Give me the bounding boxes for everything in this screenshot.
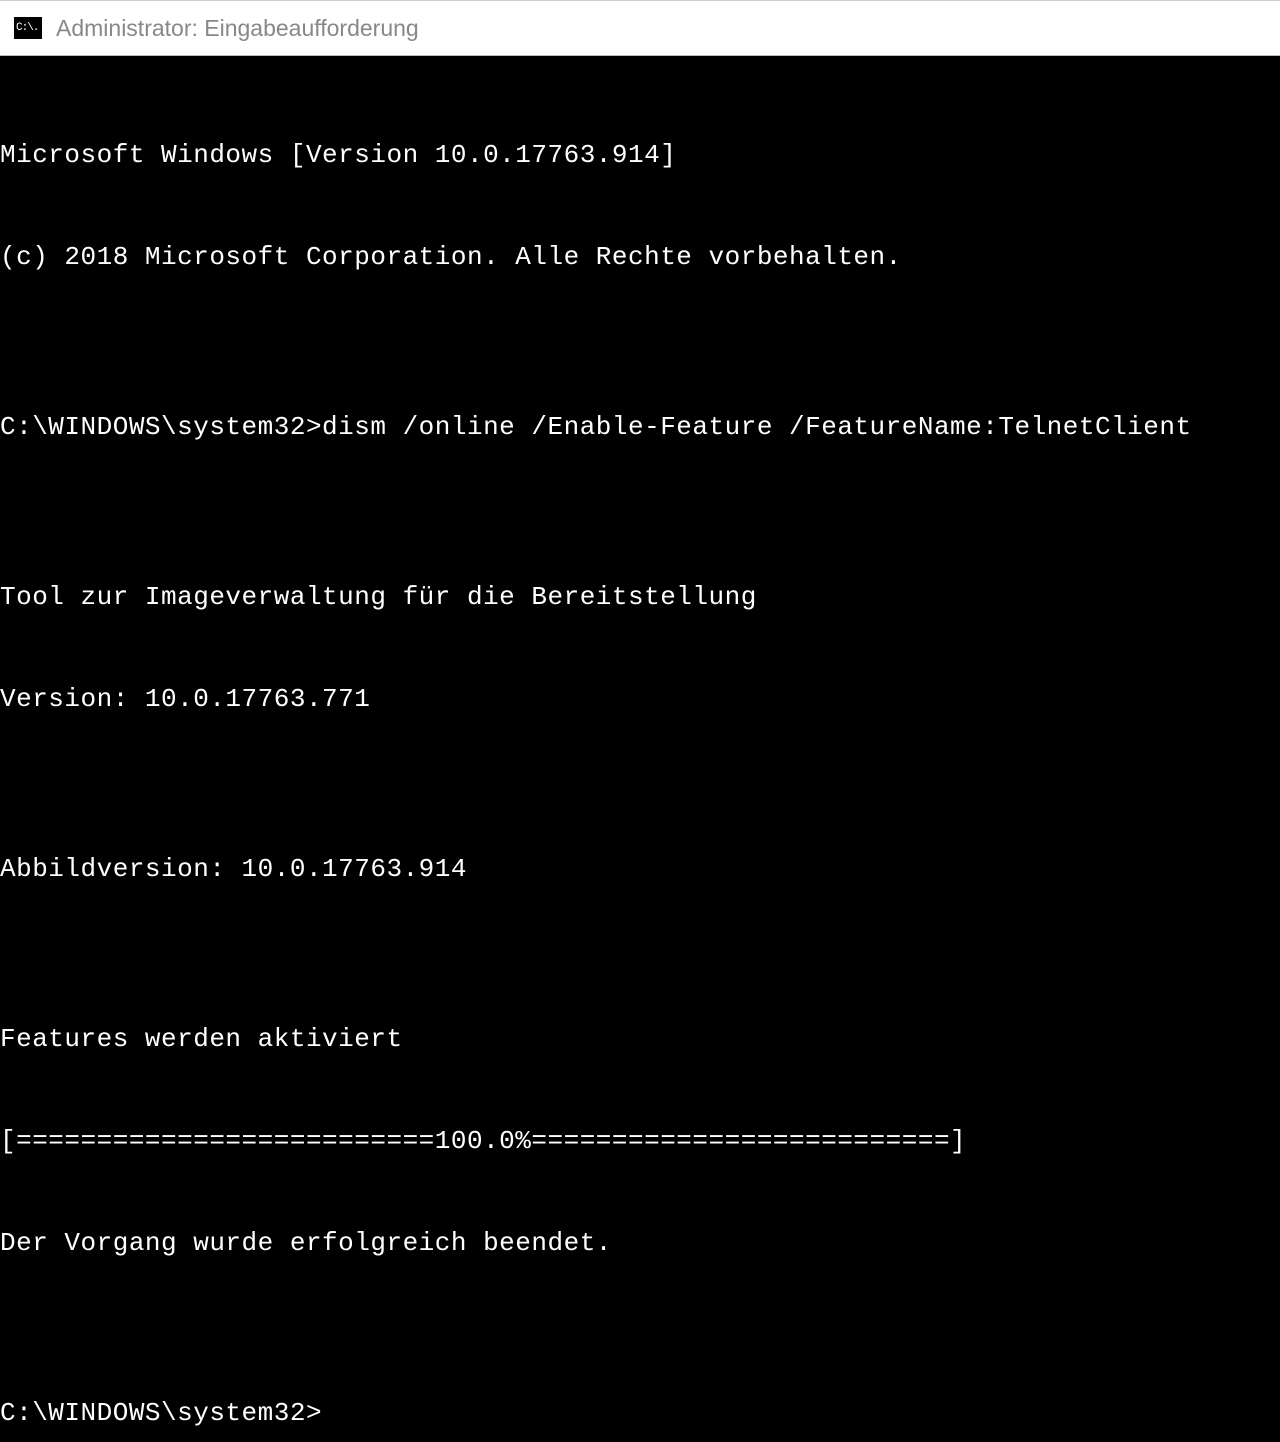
terminal-line: C:\WINDOWS\system32> bbox=[0, 1396, 1280, 1430]
terminal-line: Version: 10.0.17763.771 bbox=[0, 682, 1280, 716]
terminal-output[interactable]: Microsoft Windows [Version 10.0.17763.91… bbox=[0, 56, 1280, 1442]
terminal-line: Features werden aktiviert bbox=[0, 1022, 1280, 1056]
terminal-line: [==========================100.0%=======… bbox=[0, 1124, 1280, 1158]
window-titlebar[interactable]: C:\. Administrator: Eingabeaufforderung bbox=[0, 0, 1280, 56]
terminal-line: C:\WINDOWS\system32>dism /online /Enable… bbox=[0, 410, 1280, 444]
terminal-line: Microsoft Windows [Version 10.0.17763.91… bbox=[0, 138, 1280, 172]
app-icon-text: C:\. bbox=[16, 22, 38, 34]
window-title: Administrator: Eingabeaufforderung bbox=[56, 15, 419, 42]
terminal-line: (c) 2018 Microsoft Corporation. Alle Rec… bbox=[0, 240, 1280, 274]
terminal-line: Der Vorgang wurde erfolgreich beendet. bbox=[0, 1226, 1280, 1260]
terminal-line: Abbildversion: 10.0.17763.914 bbox=[0, 852, 1280, 886]
terminal-line: Tool zur Imageverwaltung für die Bereits… bbox=[0, 580, 1280, 614]
app-icon: C:\. bbox=[14, 17, 42, 39]
